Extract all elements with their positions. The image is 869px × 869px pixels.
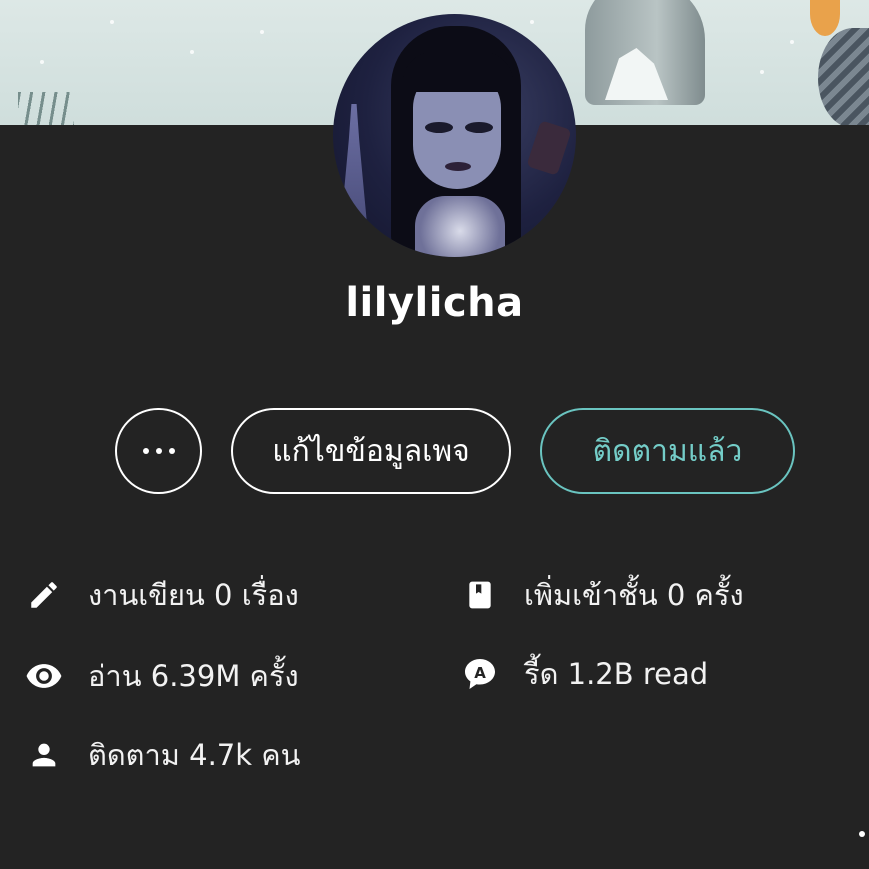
stat-reads-count: A รี้ด 1.2B read (460, 651, 708, 697)
avatar-eye-right (465, 122, 493, 133)
page-indicator-dot (859, 831, 865, 837)
bookmark-book-icon (460, 575, 500, 615)
ellipsis-icon (142, 448, 175, 454)
chat-bubble-a-icon: A (460, 654, 500, 694)
stat-library-adds-text: เพิ่มเข้าชั้น 0 ครั้ง (524, 578, 744, 612)
person-icon (24, 735, 64, 775)
avatar-phone (526, 120, 572, 176)
pencil-icon (24, 575, 64, 615)
avatar-dress (415, 196, 505, 257)
avatar-tower (341, 104, 367, 224)
username: lilylicha (345, 280, 524, 326)
eye-icon (24, 656, 64, 696)
more-options-button[interactable] (115, 408, 202, 494)
stat-library-adds: เพิ่มเข้าชั้น 0 ครั้ง (460, 572, 744, 618)
stat-followers-text: ติดตาม 4.7k คน (88, 738, 301, 772)
avatar-bangs (403, 52, 513, 92)
avatar-eye-left (425, 122, 453, 133)
stat-works: งานเขียน 0 เรื่อง (24, 572, 299, 618)
cover-fin (810, 0, 840, 36)
stat-works-text: งานเขียน 0 เรื่อง (88, 578, 299, 612)
cover-seaweed (18, 92, 74, 125)
avatar-lips (445, 162, 471, 171)
following-button[interactable]: ติดตามแล้ว (540, 408, 795, 494)
edit-page-button[interactable]: แก้ไขข้อมูลเพจ (231, 408, 511, 494)
avatar[interactable] (333, 14, 576, 257)
stat-reads-text: อ่าน 6.39M ครั้ง (88, 659, 299, 693)
svg-text:A: A (474, 664, 486, 682)
stat-followers: ติดตาม 4.7k คน (24, 732, 300, 778)
cover-tail (818, 28, 869, 125)
stat-reads: อ่าน 6.39M ครั้ง (24, 653, 299, 699)
stat-reads-count-text: รี้ด 1.2B read (524, 657, 709, 691)
